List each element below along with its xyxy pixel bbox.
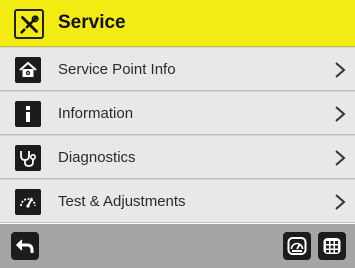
info-icon bbox=[15, 101, 41, 127]
chevron-right-icon bbox=[335, 62, 346, 78]
menu-item-information[interactable]: Information bbox=[0, 91, 355, 135]
menu-item-label: Diagnostics bbox=[58, 149, 136, 166]
service-screen: Service Service Point Info Information D… bbox=[0, 0, 355, 268]
stethoscope-icon bbox=[15, 145, 41, 171]
service-menu: Service Point Info Information Diagnosti… bbox=[0, 47, 355, 223]
menu-item-test-adjustments[interactable]: Test & Adjustments bbox=[0, 179, 355, 223]
tools-icon bbox=[14, 9, 44, 39]
chevron-right-icon bbox=[335, 194, 346, 210]
house-gear-icon bbox=[15, 57, 41, 83]
chevron-right-icon bbox=[335, 150, 346, 166]
back-arrow-icon bbox=[15, 239, 34, 253]
menu-item-service-point-info[interactable]: Service Point Info bbox=[0, 47, 355, 91]
footer-bar bbox=[0, 224, 355, 268]
back-button[interactable] bbox=[11, 232, 39, 260]
chevron-right-icon bbox=[335, 106, 346, 122]
gauge-adjust-icon bbox=[15, 189, 41, 215]
menu-item-label: Service Point Info bbox=[58, 61, 176, 78]
menu-item-label: Test & Adjustments bbox=[58, 193, 186, 210]
dashboard-button[interactable] bbox=[283, 232, 311, 260]
menu-item-label: Information bbox=[58, 105, 134, 122]
grid-menu-button[interactable] bbox=[318, 232, 346, 260]
page-title: Service bbox=[58, 12, 126, 33]
dashboard-gauge-icon bbox=[287, 237, 307, 255]
menu-item-diagnostics[interactable]: Diagnostics bbox=[0, 135, 355, 179]
grid-menu-icon bbox=[323, 238, 341, 254]
header-bar: Service bbox=[0, 0, 355, 47]
